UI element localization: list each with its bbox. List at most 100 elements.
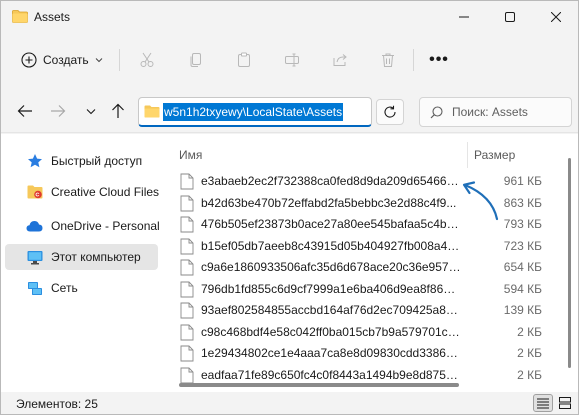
- tiles-view-icon: [559, 397, 571, 409]
- item-count: Элементов: 25: [16, 397, 98, 411]
- folder-icon: [144, 105, 160, 118]
- file-name: 476b505ef23873b0ace27a80ee545bafaa5c4b77…: [201, 217, 461, 231]
- cloud-icon: [26, 218, 43, 235]
- address-path[interactable]: w5n1h2txyewy\LocalState\Assets: [163, 102, 344, 121]
- file-name: 796db1fd855c6d9cf7999a1e6ba406d9ea8f8647…: [201, 281, 461, 296]
- maximize-icon: [505, 12, 515, 22]
- share-icon: [333, 54, 347, 66]
- paste-button[interactable]: [231, 48, 257, 72]
- sidebar-item-network[interactable]: Сеть: [5, 275, 158, 301]
- cut-button[interactable]: [134, 48, 160, 72]
- address-bar[interactable]: w5n1h2txyewy\LocalState\Assets: [138, 97, 372, 127]
- delete-icon: [382, 53, 394, 67]
- file-size: 793 КБ: [503, 217, 542, 231]
- minimize-icon: [459, 16, 469, 18]
- search-box[interactable]: Поиск: Assets: [419, 97, 572, 127]
- creative-cloud-icon: [26, 184, 43, 201]
- delete-button[interactable]: [375, 48, 401, 72]
- column-divider[interactable]: [467, 142, 468, 168]
- search-icon: [430, 105, 443, 118]
- arrow-right-icon: [51, 105, 66, 117]
- navigation-bar: w5n1h2txyewy\LocalState\Assets Поиск: As…: [1, 85, 578, 133]
- file-size: 723 КБ: [503, 238, 542, 253]
- forward-button[interactable]: [46, 99, 70, 123]
- file-icon: [180, 302, 194, 319]
- column-header-size[interactable]: Размер: [474, 144, 515, 166]
- sidebar-item-label: Сеть: [51, 281, 78, 295]
- sidebar-item-quick-access[interactable]: Быстрый доступ: [5, 148, 158, 174]
- copy-icon: [190, 53, 201, 67]
- copy-button[interactable]: [183, 48, 209, 72]
- close-icon: [551, 12, 561, 22]
- file-icon: [180, 281, 194, 297]
- search-placeholder: Поиск: Assets: [452, 105, 528, 119]
- chevron-down-icon: [86, 108, 96, 114]
- sidebar-item-creative-cloud[interactable]: Creative Cloud Files: [5, 179, 160, 205]
- network-icon: [26, 280, 43, 297]
- file-icon: [180, 324, 194, 340]
- file-size: 863 КБ: [503, 195, 542, 210]
- file-size: 2 КБ: [517, 367, 542, 382]
- refresh-button[interactable]: [376, 99, 404, 125]
- sidebar-item-label: Быстрый доступ: [51, 154, 143, 168]
- title-bar: Assets: [1, 1, 578, 33]
- minimize-button[interactable]: [441, 1, 487, 33]
- sidebar-item-onedrive[interactable]: OneDrive - Personal: [5, 213, 160, 239]
- chevron-down-icon: [95, 58, 102, 63]
- column-header-name[interactable]: Имя: [179, 144, 202, 166]
- file-icon: [180, 216, 194, 233]
- file-name: b15ef05db7aeeb8c43915d05b404927fb008a4a7…: [201, 238, 461, 253]
- horizontal-scrollbar[interactable]: [179, 383, 459, 387]
- file-icon: [180, 259, 194, 276]
- cut-icon: [140, 52, 154, 67]
- file-row[interactable]: c98c468bdf4e58c042ff0ba015cb7b9a579701c0…: [161, 321, 556, 343]
- share-button[interactable]: [327, 48, 353, 72]
- arrow-up-icon: [112, 103, 124, 118]
- up-button[interactable]: [106, 99, 130, 123]
- computer-icon: [26, 249, 43, 266]
- status-bar: Элементов: 25: [1, 392, 578, 414]
- file-size: 2 КБ: [517, 346, 542, 360]
- close-button[interactable]: [533, 1, 578, 33]
- tiles-view-button[interactable]: [555, 394, 575, 412]
- vertical-scrollbar[interactable]: [566, 150, 572, 380]
- rename-button[interactable]: [279, 48, 305, 72]
- create-label: Создать: [43, 53, 89, 67]
- file-icon: [180, 238, 194, 254]
- sidebar-item-label: Creative Cloud Files: [51, 185, 160, 199]
- file-row[interactable]: 796db1fd855c6d9cf7999a1e6ba406d9ea8f8647…: [161, 278, 556, 300]
- recent-locations-button[interactable]: [79, 99, 103, 123]
- sidebar-item-label: OneDrive - Personal: [51, 219, 160, 233]
- file-icon: [180, 173, 194, 190]
- file-icon: [180, 367, 194, 383]
- more-options-button[interactable]: •••: [425, 49, 453, 71]
- file-name: eadfaa71fe89c650fc4c0f8443a1494b9e8d8754…: [201, 367, 461, 382]
- create-button[interactable]: Создать: [15, 47, 109, 73]
- explorer-window: Assets Создать ••• w5n1h2txyewy\LocalSta…: [0, 0, 579, 415]
- command-bar: Создать •••: [1, 37, 578, 81]
- folder-icon: [12, 10, 28, 23]
- plus-circle-icon: [21, 52, 37, 68]
- file-name: e3abaeb2ec2f732388ca0fed8d9da209d6546637…: [201, 174, 461, 188]
- file-size: 961 КБ: [503, 174, 542, 188]
- navigation-pane: Быстрый доступ Creative Cloud Files OneD…: [1, 134, 161, 392]
- file-row[interactable]: b15ef05db7aeeb8c43915d05b404927fb008a4a7…: [161, 235, 556, 257]
- arrow-left-icon: [17, 105, 32, 117]
- file-size: 2 КБ: [517, 324, 542, 339]
- file-name: c9a6e1860933506afc35d6d678ace20c36e95745…: [201, 260, 461, 274]
- sidebar-item-this-pc[interactable]: Этот компьютер: [5, 244, 158, 270]
- file-row[interactable]: c9a6e1860933506afc35d6d678ace20c36e95745…: [161, 256, 556, 278]
- file-size: 594 КБ: [503, 281, 542, 296]
- star-icon: [26, 153, 43, 170]
- back-button[interactable]: [13, 99, 37, 123]
- details-view-button[interactable]: [533, 394, 553, 412]
- scrollbar-thumb[interactable]: [568, 158, 571, 368]
- file-icon: [180, 195, 194, 211]
- sidebar-item-label: Этот компьютер: [51, 250, 141, 264]
- file-size: 139 КБ: [503, 303, 542, 317]
- file-row[interactable]: 1e29434802ce1e4aaa7ca8e8d09830cdd3386a82…: [161, 342, 556, 364]
- file-name: 1e29434802ce1e4aaa7ca8e8d09830cdd3386a82…: [201, 346, 461, 360]
- refresh-icon: [384, 105, 396, 118]
- file-row[interactable]: 93aef802584855accbd164af76d2ec709425a8ff…: [161, 299, 556, 321]
- maximize-button[interactable]: [487, 1, 533, 33]
